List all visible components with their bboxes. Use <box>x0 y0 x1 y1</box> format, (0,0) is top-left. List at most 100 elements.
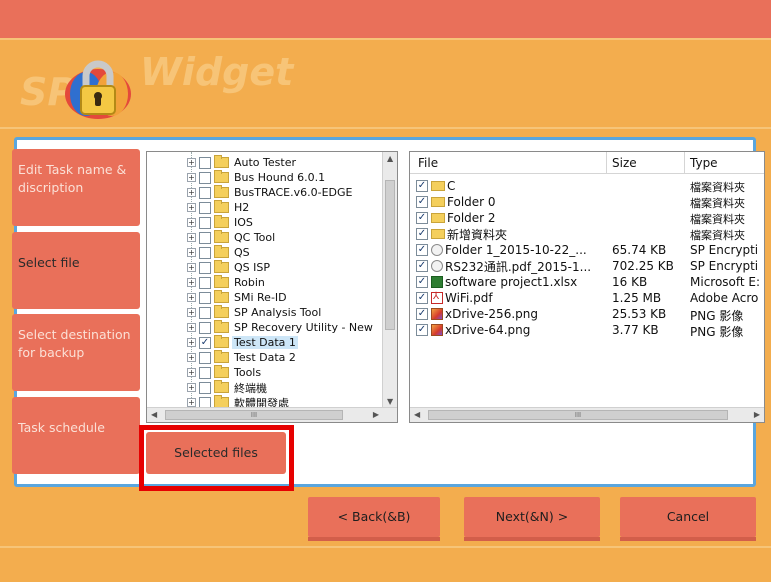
file-row[interactable]: ✓ 新增資料夾 檔案資料夾 <box>410 226 764 242</box>
checkbox-checked[interactable]: ✓ <box>416 276 428 288</box>
step-select-file[interactable]: Select file <box>12 232 140 309</box>
cancel-button[interactable]: Cancel <box>620 497 756 541</box>
tree-item[interactable]: + Bus Hound 6.0.1 <box>187 170 327 185</box>
checkbox-checked[interactable]: ✓ <box>416 196 428 208</box>
expand-icon[interactable]: + <box>187 368 196 377</box>
scroll-left-arrow-icon[interactable]: ◀ <box>151 410 157 419</box>
expand-icon[interactable]: + <box>187 353 196 362</box>
checkbox[interactable] <box>199 291 211 304</box>
checkbox-checked[interactable]: ✓ <box>416 324 428 336</box>
scroll-down-arrow-icon[interactable]: ▼ <box>387 397 393 406</box>
checkbox[interactable] <box>199 306 211 319</box>
expand-icon[interactable]: + <box>187 173 196 182</box>
file-size: 65.74 KB <box>612 243 667 257</box>
file-row[interactable]: ✓ WiFi.pdf 1.25 MB Adobe Acro <box>410 290 764 306</box>
checkbox[interactable] <box>199 381 211 394</box>
expand-icon[interactable]: + <box>187 308 196 317</box>
expand-icon[interactable]: + <box>187 248 196 257</box>
checkbox-checked[interactable]: ✓ <box>199 336 211 349</box>
expand-icon[interactable]: + <box>187 188 196 197</box>
checkbox[interactable] <box>199 261 211 274</box>
checkbox-checked[interactable]: ✓ <box>416 260 428 272</box>
column-separator[interactable] <box>684 152 685 174</box>
tree-vertical-scrollbar[interactable]: ▲ ▼ <box>382 152 397 408</box>
tree-item[interactable]: + BusTRACE.v6.0-EDGE <box>187 185 355 200</box>
tree-horizontal-scrollbar[interactable]: ◀ III ▶ <box>147 407 397 422</box>
file-row[interactable]: ✓ RS232通訊.pdf_2015-1... 702.25 KB SP Encryp… <box>410 258 764 274</box>
expand-icon[interactable]: + <box>187 263 196 272</box>
checkbox[interactable] <box>199 201 211 214</box>
scroll-up-arrow-icon[interactable]: ▲ <box>387 154 393 163</box>
column-header-file[interactable]: File <box>418 156 438 170</box>
expand-icon[interactable]: + <box>187 293 196 302</box>
expand-icon[interactable]: + <box>187 398 196 407</box>
scroll-left-arrow-icon[interactable]: ◀ <box>414 410 420 419</box>
expand-icon[interactable]: + <box>187 218 196 227</box>
scroll-right-arrow-icon[interactable]: ▶ <box>754 410 760 419</box>
tree-item[interactable]: + 終端機 <box>187 380 269 395</box>
tree-item[interactable]: + Test Data 2 <box>187 350 298 365</box>
checkbox[interactable] <box>199 351 211 364</box>
step-select-destination[interactable]: Select destination for backup <box>12 314 140 391</box>
expand-icon[interactable]: + <box>187 158 196 167</box>
tree-item[interactable]: + IOS <box>187 215 255 230</box>
checkbox[interactable] <box>199 186 211 199</box>
checkbox[interactable] <box>199 276 211 289</box>
tree-item[interactable]: + SMi Re-ID <box>187 290 289 305</box>
scroll-thumb[interactable]: III <box>165 410 343 420</box>
scroll-right-arrow-icon[interactable]: ▶ <box>373 410 379 419</box>
checkbox-checked[interactable]: ✓ <box>416 180 428 192</box>
tree-item[interactable]: + QS ISP <box>187 260 272 275</box>
file-row[interactable]: ✓ xDrive-64.png 3.77 KB PNG 影像 <box>410 322 764 339</box>
tree-item[interactable]: + QC Tool <box>187 230 277 245</box>
checkbox[interactable] <box>199 366 211 379</box>
next-button[interactable]: Next(&N) > <box>464 497 600 541</box>
tree-item[interactable]: + Robin <box>187 275 267 290</box>
file-list[interactable]: File Size Type ✓ C 檔案資料夾 ✓ Folder 0 檔案資料夾 ✓ F… <box>409 151 765 423</box>
tree-item[interactable]: + SP Recovery Utility - New <box>187 320 375 335</box>
expand-icon[interactable]: + <box>187 278 196 287</box>
column-header-type[interactable]: Type <box>690 156 718 170</box>
expand-icon[interactable]: + <box>187 323 196 332</box>
file-row[interactable]: ✓ xDrive-256.png 25.53 KB PNG 影像 <box>410 306 764 323</box>
folder-tree[interactable]: + Auto Tester + Bus Hound 6.0.1 + BusTRACE.… <box>146 151 398 423</box>
expand-icon[interactable]: + <box>187 233 196 242</box>
expand-icon[interactable]: + <box>187 338 196 347</box>
scroll-thumb[interactable] <box>385 180 395 330</box>
checkbox-checked[interactable]: ✓ <box>416 228 428 240</box>
scroll-thumb[interactable]: III <box>428 410 728 420</box>
step-task-schedule[interactable]: Task schedule <box>12 397 140 474</box>
checkbox-checked[interactable]: ✓ <box>416 308 428 320</box>
file-row[interactable]: ✓ C 檔案資料夾 <box>410 178 764 194</box>
checkbox[interactable] <box>199 231 211 244</box>
checkbox[interactable] <box>199 321 211 334</box>
file-list-horizontal-scrollbar[interactable]: ◀ III ▶ <box>410 407 764 422</box>
tree-item[interactable]: + Tools <box>187 365 263 380</box>
expand-icon[interactable]: + <box>187 203 196 212</box>
checkbox[interactable] <box>199 216 211 229</box>
tree-item[interactable]: + QS <box>187 245 252 260</box>
checkbox-checked[interactable]: ✓ <box>416 244 428 256</box>
tree-item-label: QS <box>234 246 250 259</box>
file-size: 1.25 MB <box>612 291 662 305</box>
file-row[interactable]: ✓ software project1.xlsx 16 KB Microsoft E: <box>410 274 764 290</box>
tree-item-label: 終端機 <box>234 381 267 395</box>
checkbox[interactable] <box>199 246 211 259</box>
checkbox-checked[interactable]: ✓ <box>416 292 428 304</box>
back-button[interactable]: < Back(&B) <box>308 497 440 541</box>
tree-item-selected[interactable]: + ✓ Test Data 1 <box>187 335 298 350</box>
tree-item[interactable]: + Auto Tester <box>187 155 298 170</box>
column-separator[interactable] <box>606 152 607 174</box>
file-row[interactable]: ✓ Folder 2 檔案資料夾 <box>410 210 764 226</box>
tree-item[interactable]: + SP Analysis Tool <box>187 305 323 320</box>
folder-icon <box>431 229 445 239</box>
tree-item[interactable]: + H2 <box>187 200 251 215</box>
checkbox[interactable] <box>199 156 211 169</box>
file-row[interactable]: ✓ Folder 0 檔案資料夾 <box>410 194 764 210</box>
column-header-size[interactable]: Size <box>612 156 637 170</box>
file-row[interactable]: ✓ Folder 1_2015-10-22_... 65.74 KB SP Encry… <box>410 242 764 258</box>
step-edit-task[interactable]: Edit Task name & discription <box>12 149 140 226</box>
checkbox[interactable] <box>199 171 211 184</box>
checkbox-checked[interactable]: ✓ <box>416 212 428 224</box>
expand-icon[interactable]: + <box>187 383 196 392</box>
